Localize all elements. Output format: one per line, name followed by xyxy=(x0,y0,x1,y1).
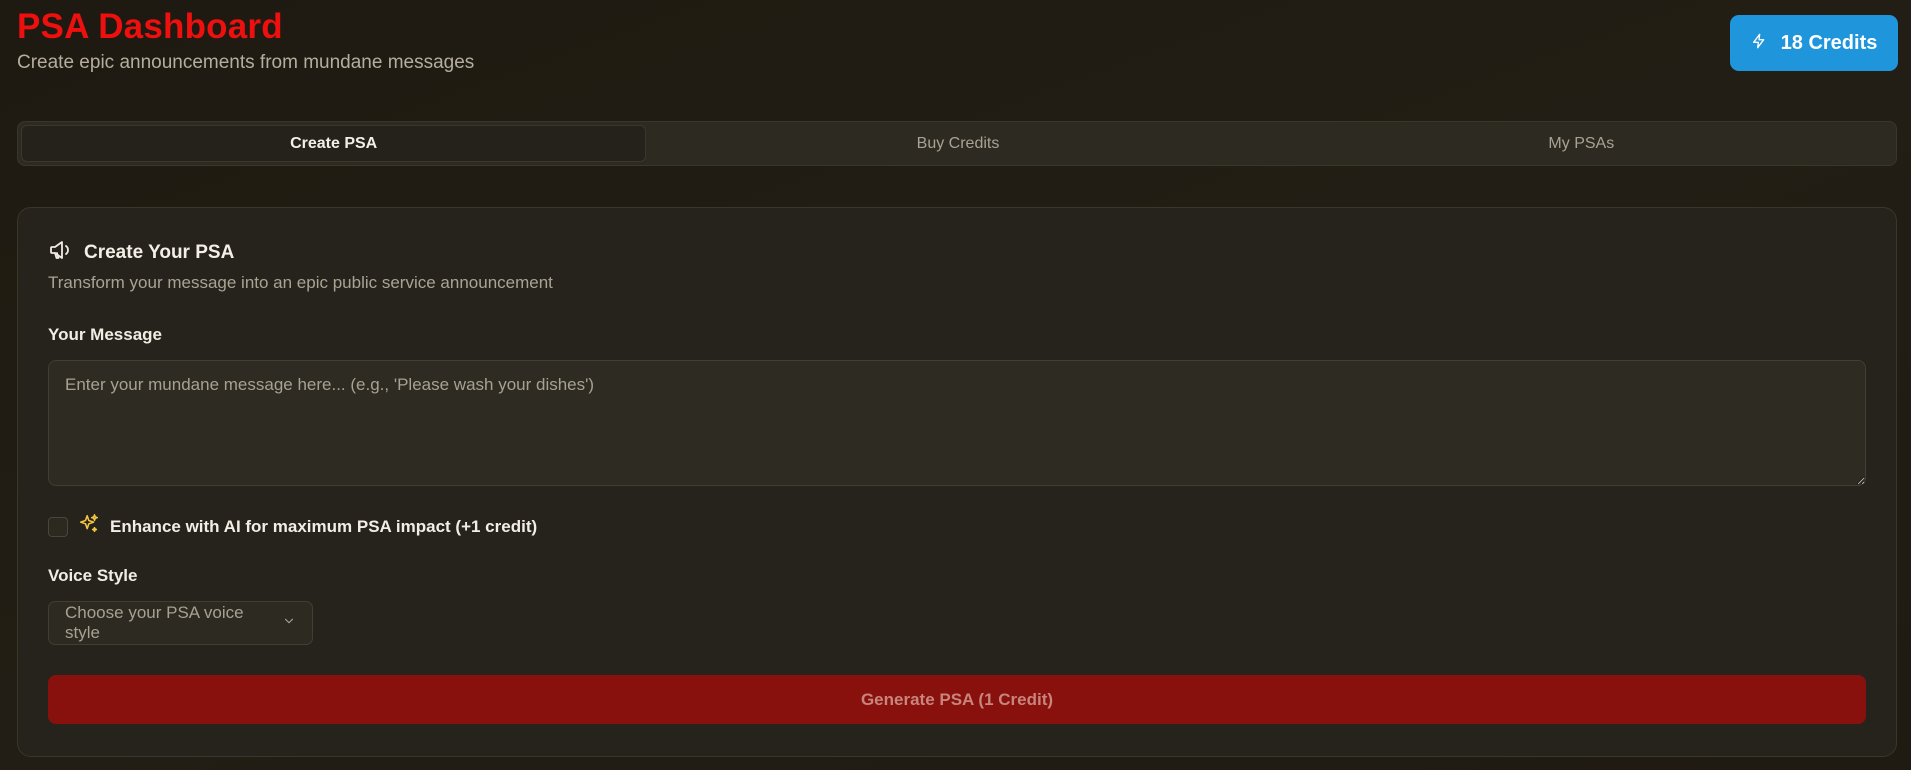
chevron-down-icon xyxy=(282,613,296,633)
lightning-icon xyxy=(1751,32,1767,55)
sparkles-icon xyxy=(78,513,100,540)
page-title: PSA Dashboard xyxy=(17,7,283,46)
message-label: Your Message xyxy=(48,325,163,344)
tab-create-psa[interactable]: Create PSA xyxy=(21,125,647,162)
enhance-label: Enhance with AI for maximum PSA impact (… xyxy=(110,516,538,536)
voice-style-label: Voice Style xyxy=(48,566,138,585)
voice-style-select[interactable]: Choose your PSA voice style xyxy=(48,601,313,645)
tab-my-psas[interactable]: My PSAs xyxy=(1270,125,1893,162)
megaphone-icon xyxy=(48,238,72,267)
message-input[interactable] xyxy=(48,360,1866,486)
enhance-option: Enhance with AI for maximum PSA impact (… xyxy=(48,513,537,540)
credits-label: 18 Credits xyxy=(1780,31,1878,54)
enhance-checkbox[interactable] xyxy=(48,516,68,537)
card-title: Create Your PSA xyxy=(84,241,235,263)
create-psa-card: Create Your PSA Transform your message i… xyxy=(17,207,1897,757)
card-description: Transform your message into an epic publ… xyxy=(48,273,553,292)
credits-button[interactable]: 18 Credits xyxy=(1730,15,1898,71)
page-header: PSA Dashboard Create epic announcements … xyxy=(17,6,474,74)
tab-buy-credits[interactable]: Buy Credits xyxy=(646,125,1269,162)
tab-bar: Create PSA Buy Credits My PSAs xyxy=(17,121,1897,166)
card-header: Create Your PSA xyxy=(48,238,234,267)
voice-style-placeholder: Choose your PSA voice style xyxy=(65,603,244,642)
page-subtitle: Create epic announcements from mundane m… xyxy=(17,52,475,73)
generate-psa-button[interactable]: Generate PSA (1 Credit) xyxy=(48,675,1866,724)
